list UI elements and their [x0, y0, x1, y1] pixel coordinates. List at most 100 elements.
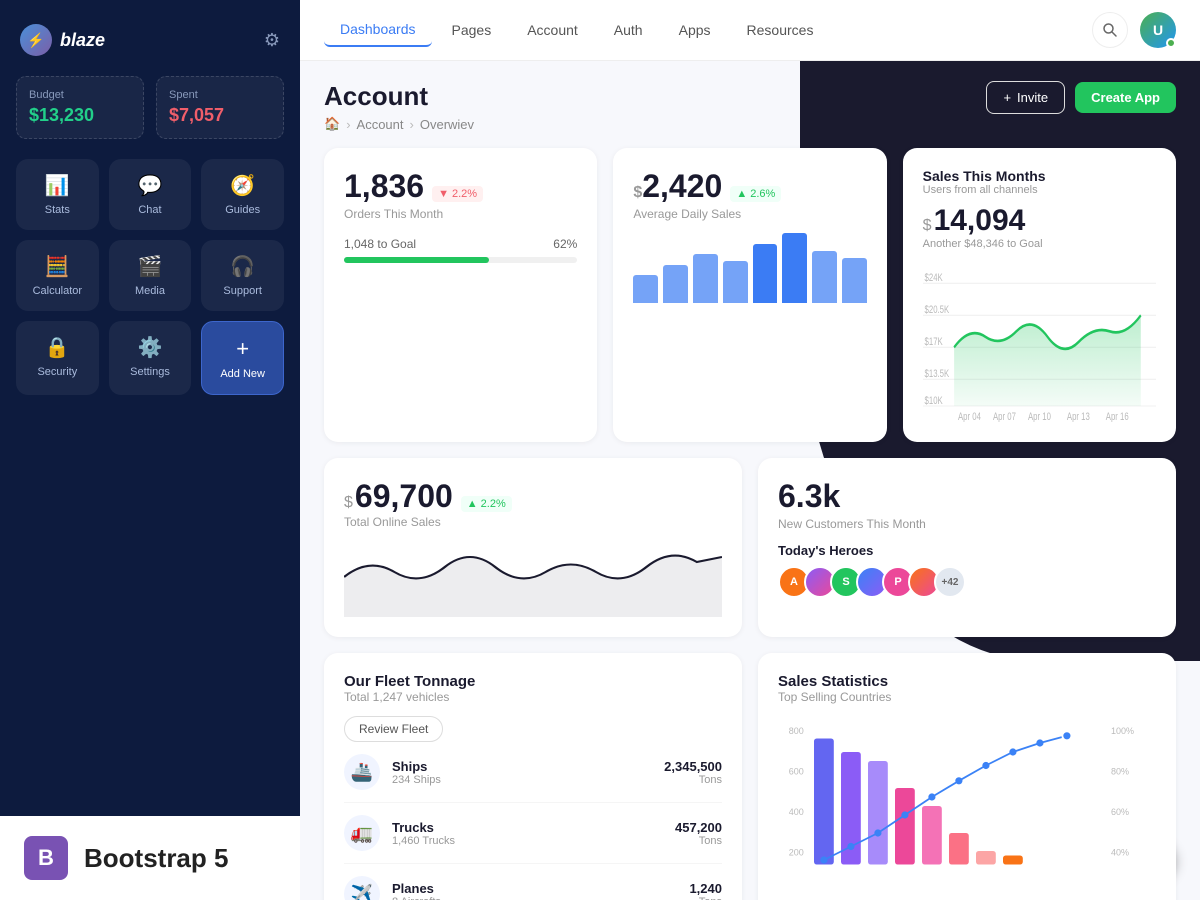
ships-info: Ships 234 Ships: [392, 759, 652, 786]
user-status-badge: [1166, 38, 1176, 48]
online-up-arrow: ▲: [467, 498, 478, 510]
trucks-count: 1,460 Trucks: [392, 835, 663, 847]
trucks-info: Trucks 1,460 Trucks: [392, 820, 663, 847]
svg-text:80%: 80%: [1111, 767, 1129, 777]
sidebar-item-calculator[interactable]: 🧮 Calculator: [16, 240, 99, 311]
progress-fill: [344, 257, 489, 263]
online-dollar: $: [344, 494, 353, 512]
progress-bar: [344, 257, 577, 263]
planes-icon: ✈️: [344, 876, 380, 900]
bar-3: [693, 254, 718, 303]
guides-label: Guides: [225, 204, 260, 216]
create-app-button[interactable]: Create App: [1075, 82, 1176, 113]
spent-label: Spent: [169, 89, 271, 101]
tab-auth[interactable]: Auth: [598, 13, 659, 47]
budget-card: Budget $13,230: [16, 76, 144, 139]
svg-text:$17K: $17K: [924, 336, 943, 347]
sales-amount-row: $ 14,094: [923, 204, 1156, 238]
nav-grid: 📊 Stats 💬 Chat 🧭 Guides 🧮 Calculator 🎬 M…: [16, 159, 284, 395]
page-header: Account 🏠 › Account › Overwiev + Invite …: [324, 81, 1176, 132]
search-button[interactable]: [1092, 12, 1128, 48]
user-avatar[interactable]: U: [1140, 12, 1176, 48]
logo-icon: ⚡: [20, 24, 52, 56]
svg-text:$24K: $24K: [924, 272, 943, 283]
sidebar-item-stats[interactable]: 📊 Stats: [16, 159, 99, 230]
settings-icon: ⚙️: [138, 335, 163, 360]
planes-amount: 1,240: [689, 881, 722, 896]
orders-value-row: 1,836 ▼ 2.2%: [344, 168, 577, 205]
guides-icon: 🧭: [230, 173, 255, 198]
ships-name: Ships: [392, 759, 652, 774]
bar-6: [782, 233, 807, 303]
sidebar-item-security[interactable]: 🔒 Security: [16, 321, 99, 395]
fleet-subtitle: Total 1,247 vehicles: [344, 690, 475, 704]
sales-dollar: $: [923, 217, 932, 235]
svg-text:$20.5K: $20.5K: [924, 304, 949, 315]
add-new-icon: +: [236, 336, 249, 362]
tab-dashboards[interactable]: Dashboards: [324, 13, 432, 47]
down-arrow-icon: ▼: [438, 188, 449, 200]
progress-section: 1,048 to Goal 62%: [344, 237, 577, 263]
daily-sales-value-row: $ 2,420 ▲ 2.6%: [633, 168, 866, 205]
hero-count: +42: [934, 566, 966, 598]
svg-text:$10K: $10K: [924, 395, 943, 406]
svg-text:Apr 07: Apr 07: [993, 411, 1016, 422]
header-actions: + Invite Create App: [986, 81, 1176, 114]
online-sales-row: $ 69,700 ▲ 2.2%: [344, 478, 722, 515]
hero-avatars: A S P +42: [778, 566, 1156, 598]
breadcrumb-home: 🏠: [324, 116, 340, 132]
menu-icon[interactable]: ⚙: [264, 30, 280, 51]
review-fleet-button[interactable]: Review Fleet: [344, 716, 443, 742]
sales-this-month-card: Sales This Months Users from all channel…: [903, 148, 1176, 442]
wave-svg: [344, 537, 722, 617]
sidebar-header: ⚡ blaze ⚙: [16, 16, 284, 76]
ships-unit: Tons: [664, 774, 722, 786]
fleet-row-ships: 🚢 Ships 234 Ships 2,345,500 Tons: [344, 742, 722, 803]
support-label: Support: [223, 285, 262, 297]
spent-card: Spent $7,057: [156, 76, 284, 139]
page-title-section: Account 🏠 › Account › Overwiev: [324, 81, 474, 132]
tab-resources[interactable]: Resources: [731, 13, 830, 47]
sidebar-item-add-new[interactable]: + Add New: [201, 321, 284, 395]
up-arrow-icon: ▲: [736, 188, 747, 200]
calculator-icon: 🧮: [45, 254, 70, 279]
ships-value: 2,345,500 Tons: [664, 759, 722, 786]
invite-button[interactable]: + Invite: [986, 81, 1065, 114]
sidebar-item-guides[interactable]: 🧭 Guides: [201, 159, 284, 230]
orders-change-badge: ▼ 2.2%: [432, 186, 483, 202]
bar-4: [723, 261, 748, 303]
sales-stats-subtitle: Top Selling Countries: [778, 690, 1156, 704]
sales-subtitle: Users from all channels: [923, 184, 1156, 196]
bootstrap-text: Bootstrap 5: [84, 843, 228, 874]
stats-icon: 📊: [45, 173, 70, 198]
trucks-icon: 🚛: [344, 815, 380, 851]
tab-pages[interactable]: Pages: [436, 13, 508, 47]
planes-info: Planes 8 Aircrafts: [392, 881, 677, 900]
page-content: Account 🏠 › Account › Overwiev + Invite …: [300, 61, 1200, 900]
bar-2: [663, 265, 688, 304]
trucks-name: Trucks: [392, 820, 663, 835]
add-new-label: Add New: [220, 368, 265, 380]
sales-chart-svg: $24K $20.5K $17K $13.5K $10K: [923, 262, 1156, 422]
sidebar-item-settings[interactable]: ⚙️ Settings: [109, 321, 192, 395]
svg-text:600: 600: [789, 767, 804, 777]
sidebar-item-support[interactable]: 🎧 Support: [201, 240, 284, 311]
svg-text:Apr 04: Apr 04: [958, 411, 981, 422]
new-customers-card: 6.3k New Customers This Month Today's He…: [758, 458, 1176, 637]
sidebar-item-chat[interactable]: 💬 Chat: [109, 159, 192, 230]
budget-value: $13,230: [29, 105, 131, 126]
svg-text:400: 400: [789, 807, 804, 817]
orders-card: 1,836 ▼ 2.2% Orders This Month 1,048 to …: [324, 148, 597, 442]
tab-apps[interactable]: Apps: [663, 13, 727, 47]
search-icon: [1102, 22, 1118, 38]
fleet-section: Our Fleet Tonnage Total 1,247 vehicles R…: [324, 653, 742, 900]
orders-change: 2.2%: [452, 188, 477, 200]
tab-account[interactable]: Account: [511, 13, 594, 47]
svg-text:Apr 10: Apr 10: [1028, 411, 1051, 422]
daily-sales-label: Average Daily Sales: [633, 207, 866, 221]
fleet-title-section: Our Fleet Tonnage Total 1,247 vehicles: [344, 673, 475, 704]
sidebar-item-media[interactable]: 🎬 Media: [109, 240, 192, 311]
chat-label: Chat: [138, 204, 161, 216]
bootstrap-icon: B: [24, 836, 68, 880]
stats-label: Stats: [45, 204, 70, 216]
